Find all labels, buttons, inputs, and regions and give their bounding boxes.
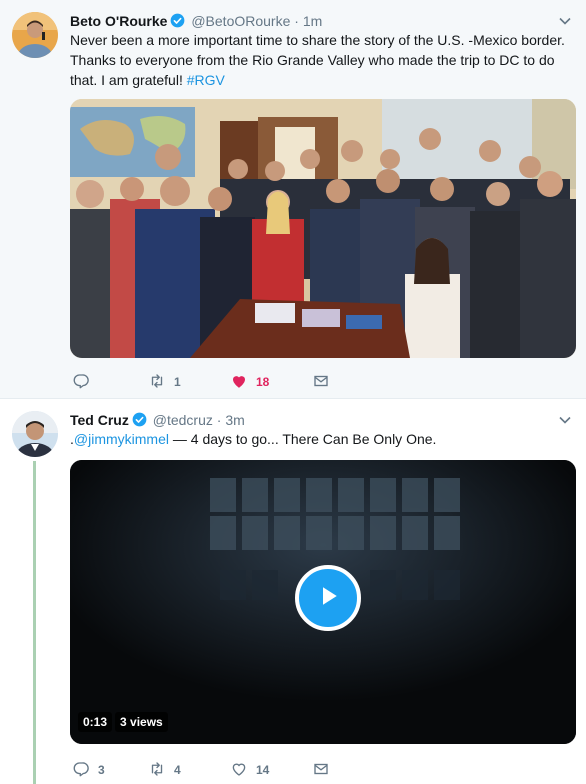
play-icon <box>313 581 343 616</box>
separator: · <box>294 13 299 29</box>
reply-button[interactable] <box>72 372 98 392</box>
caret-down-icon[interactable] <box>558 14 572 28</box>
tweet-text: Never been a more important time to shar… <box>70 30 572 90</box>
play-button[interactable] <box>295 565 361 631</box>
retweet-button[interactable]: 1 <box>148 372 181 392</box>
tweet-beto[interactable]: Beto O'Rourke @BetoORourke · 1m Never be… <box>0 0 586 398</box>
tweet-ted-cruz[interactable]: Ted Cruz @tedcruz · 3m .@jimmykimmel — 4… <box>0 398 586 784</box>
message-button[interactable] <box>312 760 330 780</box>
mention-link[interactable]: @jimmykimmel <box>74 431 169 447</box>
author-name[interactable]: Beto O'Rourke <box>70 13 167 29</box>
like-button[interactable]: 18 <box>230 372 269 392</box>
like-count: 18 <box>256 375 270 389</box>
reply-icon <box>72 372 90 393</box>
tweet-body: Never been a more important time to shar… <box>70 32 565 88</box>
video-player[interactable]: 0:13 3 views <box>70 460 576 744</box>
avatar[interactable] <box>12 12 58 58</box>
retweet-count: 4 <box>174 763 181 777</box>
tweet-photo[interactable] <box>70 99 576 358</box>
tweet-header: Ted Cruz @tedcruz · 3m <box>70 411 556 429</box>
reply-icon <box>72 760 90 781</box>
caret-down-icon[interactable] <box>558 413 572 427</box>
retweet-icon <box>148 372 166 393</box>
author-name[interactable]: Ted Cruz <box>70 412 129 428</box>
thread-line <box>33 461 36 784</box>
tweet-text: .@jimmykimmel — 4 days to go... There Ca… <box>70 429 572 449</box>
tweet-body: — 4 days to go... There Can Be Only One. <box>168 431 437 447</box>
message-icon <box>312 760 330 781</box>
verified-icon <box>132 412 147 427</box>
video-views: 3 views <box>115 712 168 732</box>
separator: · <box>216 412 222 428</box>
author-handle[interactable]: @tedcruz <box>153 412 213 428</box>
heart-icon <box>230 760 248 781</box>
reply-count: 3 <box>98 763 105 777</box>
tweet-header: Beto O'Rourke @BetoORourke · 1m <box>70 12 556 30</box>
message-icon <box>312 372 330 393</box>
retweet-button[interactable]: 4 <box>148 760 181 780</box>
video-duration: 0:13 <box>78 712 113 732</box>
hashtag-link[interactable]: #RGV <box>187 72 225 88</box>
reply-button[interactable]: 3 <box>72 760 105 780</box>
message-button[interactable] <box>312 372 330 392</box>
video-badges: 0:13 3 views <box>78 712 171 732</box>
timestamp[interactable]: 3m <box>225 412 244 428</box>
like-button[interactable]: 14 <box>230 760 269 780</box>
heart-icon <box>230 372 248 393</box>
retweet-icon <box>148 760 166 781</box>
author-handle[interactable]: @BetoORourke <box>191 13 290 29</box>
retweet-count: 1 <box>174 375 181 389</box>
verified-icon <box>170 13 185 28</box>
timestamp[interactable]: 1m <box>303 13 322 29</box>
like-count: 14 <box>256 763 270 777</box>
avatar[interactable] <box>12 411 58 457</box>
